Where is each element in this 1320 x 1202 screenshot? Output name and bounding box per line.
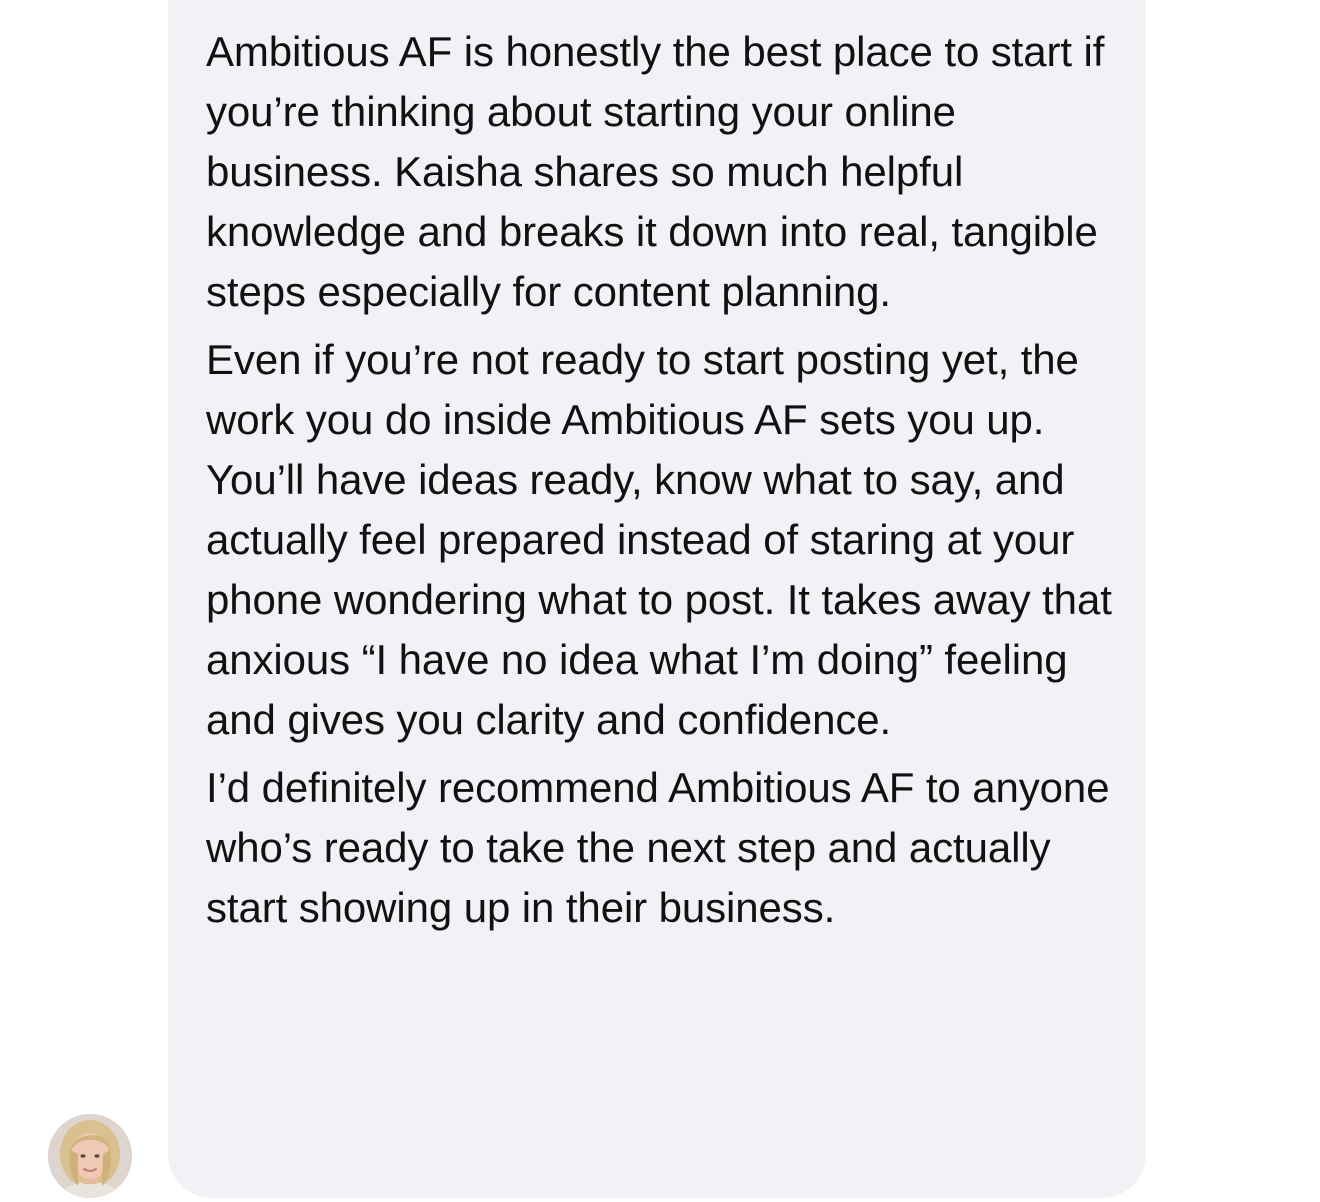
- sender-avatar[interactable]: [48, 1114, 132, 1198]
- message-thread: Ambitious AF is honestly the best place …: [0, 0, 1320, 1202]
- avatar-photo-icon: [48, 1114, 132, 1198]
- message-paragraph-2: Even if you’re not ready to start postin…: [206, 336, 1112, 743]
- message-paragraph-3: I’d definitely recommend Ambitious AF to…: [206, 764, 1110, 931]
- message-bubble[interactable]: Ambitious AF is honestly the best place …: [168, 0, 1146, 1198]
- message-paragraph-1: Ambitious AF is honestly the best place …: [206, 28, 1105, 315]
